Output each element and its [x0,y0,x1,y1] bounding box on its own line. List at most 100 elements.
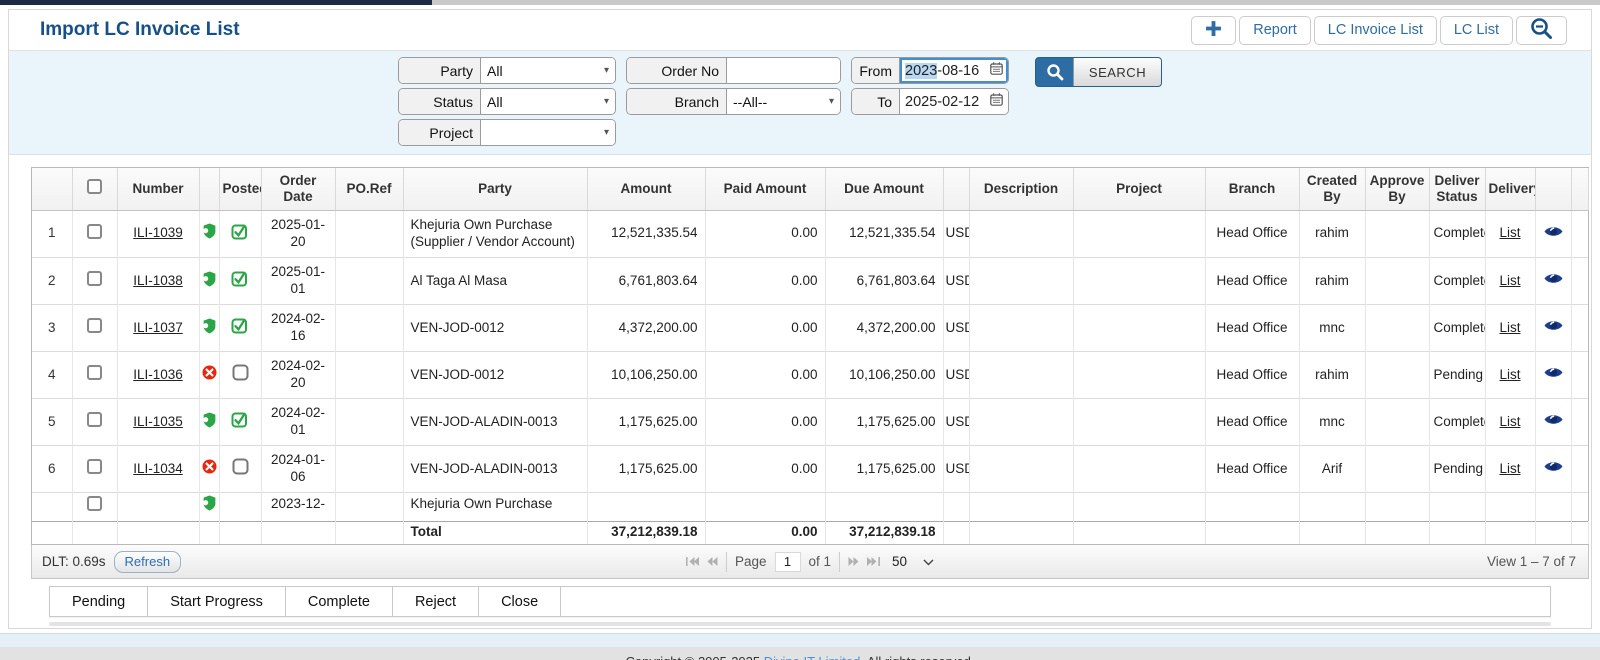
invoice-number-link[interactable]: ILI-1038 [133,273,183,288]
grid-body-viewport[interactable]: 1 ILI-1039 2025-01-20 Khejuria Own Purchase… [32,210,1588,521]
col-header-delivery[interactable]: Delivery [1485,168,1536,211]
posted-unchecked-icon [232,364,248,381]
col-header-created-by[interactable]: Created By [1299,168,1366,211]
page-header: Import LC Invoice List Report LC Invoice… [9,10,1591,51]
order-no-input[interactable] [727,58,840,83]
view-invoice-button[interactable] [1544,320,1563,335]
delivery-list-link[interactable]: List [1499,367,1520,382]
col-header-deliver-status[interactable]: Deliver Status [1429,168,1486,211]
col-header-project[interactable]: Project [1073,168,1206,211]
to-date-input[interactable]: 2025-02-12 [900,89,1008,114]
page-size-select[interactable]: 50 [892,554,934,569]
invoice-number-link[interactable]: ILI-1037 [133,320,183,335]
select-all-checkbox[interactable] [87,179,102,195]
table-row[interactable]: 2023-12- Khejuria Own Purchase [32,492,1588,521]
eye-icon [1544,274,1562,283]
pager-prev-button[interactable] [707,557,718,566]
cell-view [1535,445,1572,493]
cell-due-amount: 6,761,803.64 [825,257,944,305]
col-header-description[interactable]: Description [969,168,1074,211]
col-header-order-date[interactable]: Order Date [261,168,336,211]
approved-icon [202,412,215,428]
col-header-filler[interactable] [1571,168,1589,211]
project-filter-select[interactable]: ▾ [481,120,615,145]
search-button-label[interactable]: SEARCH [1073,58,1161,86]
view-invoice-button[interactable] [1544,414,1563,429]
zoom-out-icon [1530,17,1553,44]
row-checkbox[interactable] [87,412,102,428]
lc-invoice-list-button[interactable]: LC Invoice List [1313,15,1437,45]
col-header-approval[interactable] [199,168,220,211]
search-button[interactable]: SEARCH [1035,57,1162,87]
col-header-approve-by[interactable]: Approve By [1365,168,1430,211]
cell-description [969,445,1074,493]
start-progress-button[interactable]: Start Progress [148,587,286,616]
cell-posted [219,257,262,305]
view-invoice-button[interactable] [1544,367,1563,382]
refresh-button[interactable]: Refresh [113,550,182,573]
view-range-label: View 1 – 7 of 7 [1486,554,1576,569]
col-header-branch[interactable]: Branch [1205,168,1300,211]
pager-last-button[interactable] [867,557,881,566]
company-link[interactable]: Divine IT Limited [764,654,861,660]
from-date-input[interactable]: 2023-08-16 [900,58,1008,83]
page-input[interactable]: 1 [774,551,801,572]
lc-list-button[interactable]: LC List [1439,15,1513,45]
col-header-number[interactable]: Number [117,168,200,211]
status-filter-select[interactable]: All ▾ [481,89,615,114]
col-header-select[interactable] [72,168,118,211]
view-invoice-button[interactable] [1544,273,1563,288]
col-header-rownum[interactable] [32,168,73,211]
table-row[interactable]: 5 ILI-1035 2024-02-01 VEN-JOD-ALADIN-0013 1,… [32,398,1588,446]
table-row[interactable]: 2 ILI-1038 2025-01-01 Al Taga Al Masa 6,761,… [32,257,1588,305]
zoom-out-button[interactable] [1516,15,1567,45]
col-header-currency[interactable] [943,168,970,211]
col-header-posted[interactable]: Posted [219,168,262,211]
cell-posted [219,445,262,493]
row-checkbox[interactable] [87,271,102,287]
report-button[interactable]: Report [1239,15,1311,45]
col-header-amount[interactable]: Amount [587,168,706,211]
party-filter-select[interactable]: All ▾ [481,58,615,83]
delivery-list-link[interactable]: List [1499,414,1520,429]
invoice-number-link[interactable]: ILI-1039 [133,225,183,240]
table-row[interactable]: 4 ILI-1036 2024-02-20 VEN-JOD-0012 10,106,25… [32,351,1588,399]
delivery-list-link[interactable]: List [1499,461,1520,476]
row-checkbox[interactable] [87,365,102,381]
table-row[interactable]: 1 ILI-1039 2025-01-20 Khejuria Own Purchase… [32,210,1588,258]
table-row[interactable]: 3 ILI-1037 2024-02-16 VEN-JOD-0012 4,372,200… [32,304,1588,352]
col-header-paid-amount[interactable]: Paid Amount [705,168,826,211]
close-button[interactable]: Close [479,587,562,616]
complete-button[interactable]: Complete [285,587,393,616]
order-no-filter-label: Order No [627,58,727,83]
col-header-party[interactable]: Party [403,168,588,211]
invoice-number-link[interactable]: ILI-1035 [133,414,183,429]
col-header-due-amount[interactable]: Due Amount [825,168,944,211]
row-checkbox[interactable] [87,318,102,334]
delivery-list-link[interactable]: List [1499,273,1520,288]
reject-button[interactable]: Reject [392,587,480,616]
pager-first-button[interactable] [685,557,699,566]
row-checkbox[interactable] [87,496,102,511]
delivery-list-link[interactable]: List [1499,320,1520,335]
delivery-list-link[interactable]: List [1499,225,1520,240]
table-row[interactable]: 6 ILI-1034 2024-01-06 VEN-JOD-ALADIN-0013 1,… [32,445,1588,493]
view-invoice-button[interactable] [1544,461,1563,476]
view-invoice-button[interactable] [1544,226,1563,241]
cell-filler [1571,445,1588,493]
pending-button[interactable]: Pending [50,587,149,616]
cell-number: ILI-1036 [117,351,200,399]
add-button[interactable] [1191,15,1237,45]
invoice-number-link[interactable]: ILI-1034 [133,461,183,476]
branch-filter-select[interactable]: --All-- ▾ [727,89,840,114]
cell-due-amount: 1,175,625.00 [825,398,944,446]
col-header-po-ref[interactable]: PO.Ref [335,168,404,211]
pager-next-button[interactable] [848,557,859,566]
invoice-number-link[interactable]: ILI-1036 [133,367,183,382]
cell-view [1535,398,1572,446]
posted-checked-icon [231,412,247,428]
col-header-actions[interactable] [1535,168,1572,211]
row-checkbox[interactable] [87,459,102,475]
row-checkbox[interactable] [87,223,102,239]
total-row: Total 37,212,839.18 0.00 37,212,839.18 [32,520,1589,544]
